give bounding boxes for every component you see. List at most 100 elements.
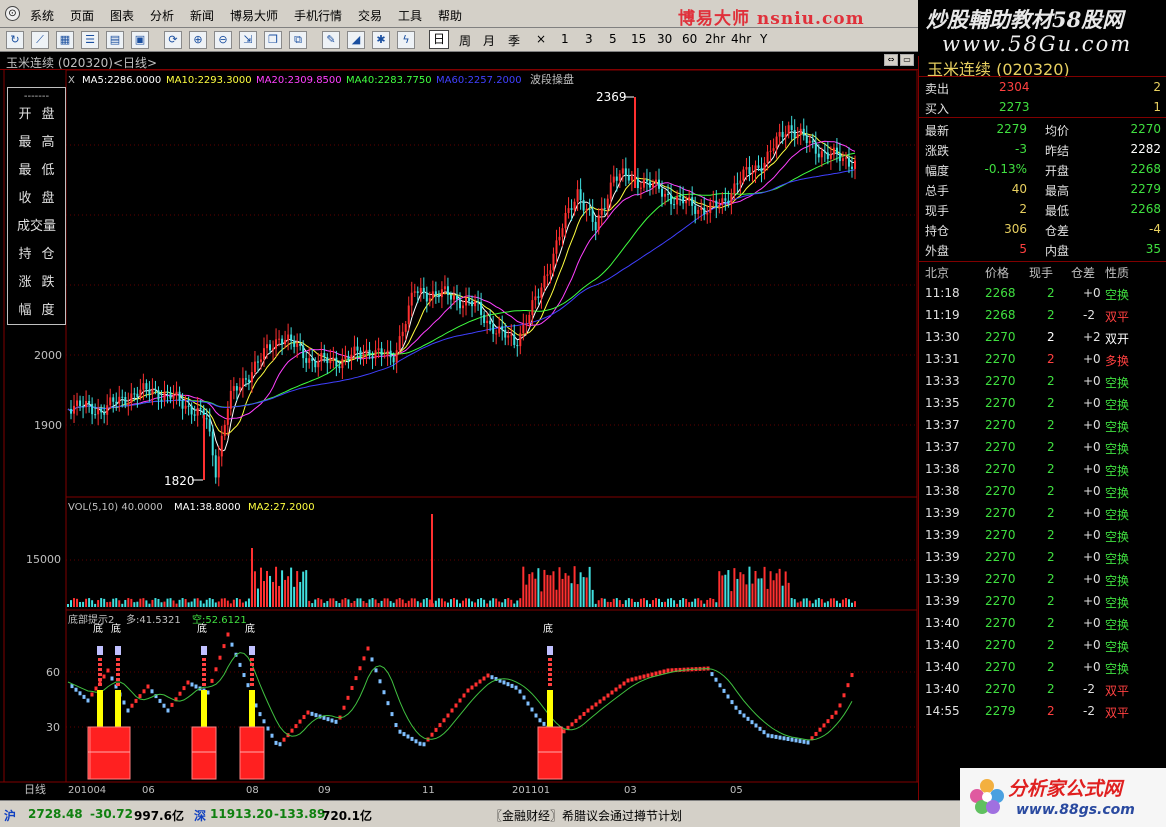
menu-item-page[interactable]: 页面 (70, 7, 94, 24)
period-15min[interactable]: 15 (631, 32, 646, 46)
layout-icon[interactable]: ⧉ (289, 31, 307, 49)
menu-item-chart[interactable]: 图表 (110, 7, 134, 24)
volume-bar (374, 599, 377, 607)
tick-row[interactable]: 13:40 2270 2 +0 空换 (919, 634, 1166, 656)
table-icon[interactable]: ▤ (106, 31, 124, 49)
tick-row[interactable]: 13:31 2270 2 +0 多换 (919, 348, 1166, 370)
signal-dot (116, 663, 120, 666)
cycle-icon[interactable]: ⟳ (164, 31, 182, 49)
period-month[interactable]: 月 (483, 32, 495, 49)
quote-row: 外盘 5 内盘 35 (919, 239, 1166, 259)
tick-row[interactable]: 13:39 2270 2 +0 空换 (919, 524, 1166, 546)
oscillator-step (502, 680, 506, 685)
window-icon[interactable]: ❐ (264, 31, 282, 49)
volume-bar (498, 601, 501, 607)
f10-icon[interactable]: ▣ (131, 31, 149, 49)
candle-body (739, 180, 742, 184)
menu-item-boyi[interactable]: 博易大师 (230, 7, 278, 24)
tick-row[interactable]: 13:39 2270 2 +0 空换 (919, 590, 1166, 612)
pen-icon[interactable]: ✎ (322, 31, 340, 49)
legend-extra: 波段操盘 (530, 72, 574, 86)
chart-canvas[interactable]: 底底底底底 X MA5:2286.0000 MA10:2293.3000 MA2… (0, 70, 918, 800)
tick-row[interactable]: 13:39 2270 2 +0 空换 (919, 502, 1166, 524)
menu-item-analysis[interactable]: 分析 (150, 7, 174, 24)
refresh-icon[interactable]: ↻ (6, 31, 24, 49)
period-week[interactable]: 周 (459, 32, 471, 49)
candle-body (320, 352, 323, 362)
period-close[interactable]: × (536, 32, 546, 46)
draw-icon[interactable]: ◢ (347, 31, 365, 49)
xtick-09: 09 (318, 785, 331, 796)
tick-row[interactable]: 13:37 2270 2 +0 空换 (919, 436, 1166, 458)
tick-row[interactable]: 13:40 2270 2 -2 双平 (919, 678, 1166, 700)
oscillator-step (838, 703, 842, 708)
export-icon[interactable]: ⇲ (239, 31, 257, 49)
volume-bar (642, 598, 645, 607)
menu-item-tools[interactable]: 工具 (398, 7, 422, 24)
tick-price: 2270 (985, 594, 1016, 608)
tick-row[interactable]: 14:55 2279 2 -2 双平 (919, 700, 1166, 722)
tick-row[interactable]: 13:38 2270 2 +0 空换 (919, 480, 1166, 502)
zoom-out-icon[interactable]: ⊖ (214, 31, 232, 49)
menu-item-news[interactable]: 新闻 (190, 7, 214, 24)
period-3min[interactable]: 3 (585, 32, 593, 46)
candle-body (588, 208, 591, 210)
tick-row[interactable]: 13:40 2270 2 +0 空换 (919, 612, 1166, 634)
line-chart-icon[interactable]: ⟋ (31, 31, 49, 49)
lightning-icon[interactable]: ϟ (397, 31, 415, 49)
tick-time: 13:38 (925, 462, 960, 476)
tick-row[interactable]: 11:19 2268 2 -2 双平 (919, 304, 1166, 326)
candle-body (826, 152, 829, 159)
menu-item-system[interactable]: 系统 (30, 7, 54, 24)
system-icon[interactable]: ⊙ (5, 6, 20, 21)
tick-row[interactable]: 13:35 2270 2 +0 空换 (919, 392, 1166, 414)
period-2hr[interactable]: 2hr (705, 32, 725, 46)
volume-bar (474, 602, 477, 607)
period-60min[interactable]: 60 (682, 32, 697, 46)
settings-icon[interactable]: ✱ (372, 31, 390, 49)
tick-row[interactable]: 11:18 2268 2 +0 空换 (919, 282, 1166, 304)
menu-item-trade[interactable]: 交易 (358, 7, 382, 24)
tick-row[interactable]: 13:40 2270 2 +0 空换 (919, 656, 1166, 678)
tick-qty: 2 (1047, 308, 1055, 322)
ohlc-close-label: 收盘 (18, 191, 65, 206)
candle-body (335, 357, 338, 367)
candle-body (661, 188, 664, 197)
volume-bar (305, 570, 308, 607)
period-4hr[interactable]: 4hr (731, 32, 751, 46)
zoom-in-icon[interactable]: ⊕ (189, 31, 207, 49)
oscillator-step (482, 676, 486, 681)
maximize-icon[interactable]: ▭ (900, 54, 914, 66)
menu-item-help[interactable]: 帮助 (438, 7, 462, 24)
tick-row[interactable]: 13:39 2270 2 +0 空换 (919, 546, 1166, 568)
oscillator-step (614, 687, 618, 692)
tick-row[interactable]: 13:30 2270 2 +2 双开 (919, 326, 1166, 348)
grid-icon[interactable]: ▦ (56, 31, 74, 49)
period-quarter[interactable]: 季 (508, 32, 520, 49)
candle-body (585, 208, 588, 211)
news-ticker[interactable]: 〖金融财经〗希腊议会通过撙节计划 (490, 807, 682, 824)
volume-bar (446, 602, 449, 607)
watermark-bottom-url: www.88gs.com (1016, 802, 1135, 818)
menu-item-mobile[interactable]: 手机行情 (294, 7, 342, 24)
volume-bar (356, 598, 359, 607)
list-icon[interactable]: ☰ (81, 31, 99, 49)
tick-row[interactable]: 13:37 2270 2 +0 空换 (919, 414, 1166, 436)
period-5min[interactable]: 5 (609, 32, 617, 46)
restore-icon[interactable]: ⇔ (884, 54, 898, 66)
tick-row[interactable]: 13:38 2270 2 +0 空换 (919, 458, 1166, 480)
oscillator-step (266, 726, 270, 731)
volume-bar (477, 599, 480, 607)
period-year[interactable]: Y (760, 32, 767, 46)
period-30min[interactable]: 30 (657, 32, 672, 46)
period-day[interactable]: 日 (429, 30, 450, 49)
tick-row[interactable]: 13:33 2270 2 +0 空换 (919, 370, 1166, 392)
tick-row[interactable]: 13:39 2270 2 +0 空换 (919, 568, 1166, 590)
tick-nature: 双开 (1105, 332, 1130, 346)
period-1min[interactable]: 1 (561, 32, 569, 46)
oscillator-step (746, 716, 750, 721)
oscillator-step (458, 698, 462, 703)
ind-ytick-30: 30 (46, 721, 60, 734)
candle-body (383, 355, 386, 357)
volume-bar (259, 567, 262, 607)
